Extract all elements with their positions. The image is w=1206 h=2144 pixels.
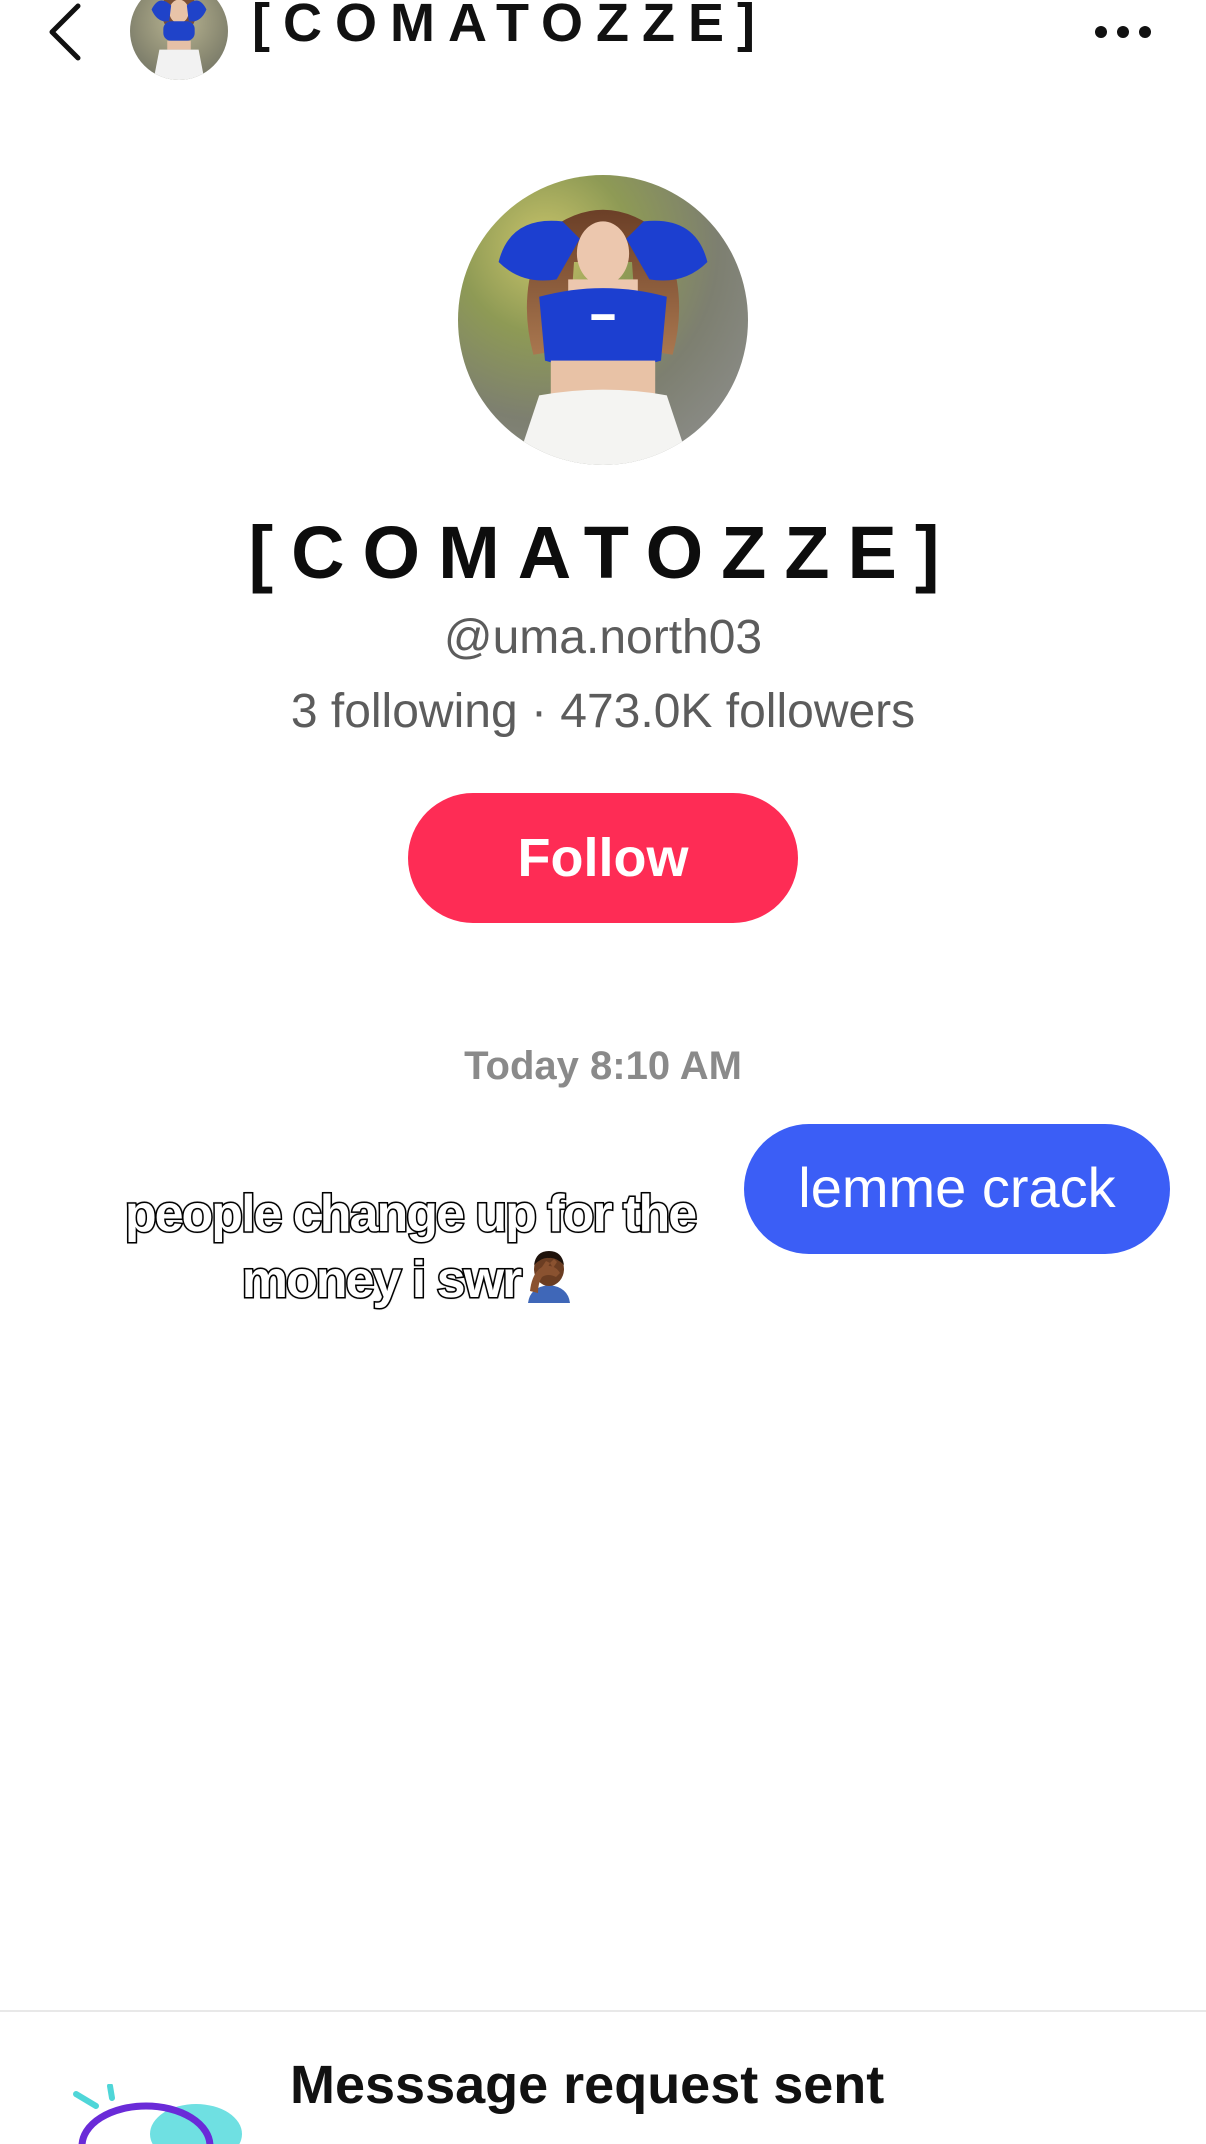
more-options-button[interactable] (1088, 8, 1158, 56)
shared-sticker-caption[interactable]: people change up for the money i swr (60, 1182, 760, 1313)
header-avatar[interactable] (130, 0, 228, 80)
message-request-illustration (66, 2084, 246, 2144)
man-facepalming-icon (520, 1247, 578, 1303)
message-request-title: Messsage request sent (290, 2055, 885, 2115)
follow-button[interactable]: Follow (408, 793, 798, 923)
avatar-photo (130, 0, 228, 80)
profile-avatar[interactable] (458, 175, 748, 465)
message-timestamp: Today 8:10 AM (464, 1044, 742, 1088)
header-title[interactable]: [COMATOZZE] (252, 0, 768, 53)
sticker-caption-text: people change up for the money i swr (123, 1184, 698, 1311)
profile-name: [COMATOZZE] (248, 511, 958, 594)
chevron-left-icon (49, 3, 81, 61)
chat-screen: [COMATOZZE] [COMATOZZE] @uma.north03 3 f… (0, 0, 1206, 2144)
profile-stats: 3 following · 473.0K followers (290, 685, 916, 738)
profile-handle: @uma.north03 (443, 611, 763, 664)
outgoing-message-bubble[interactable]: lemme crack (744, 1124, 1170, 1254)
back-button[interactable] (40, 0, 92, 62)
avatar-photo (458, 175, 748, 465)
panel-divider (0, 2010, 1206, 2012)
more-horizontal-icon (1095, 26, 1151, 38)
top-bar: [COMATOZZE] (0, 0, 1206, 80)
